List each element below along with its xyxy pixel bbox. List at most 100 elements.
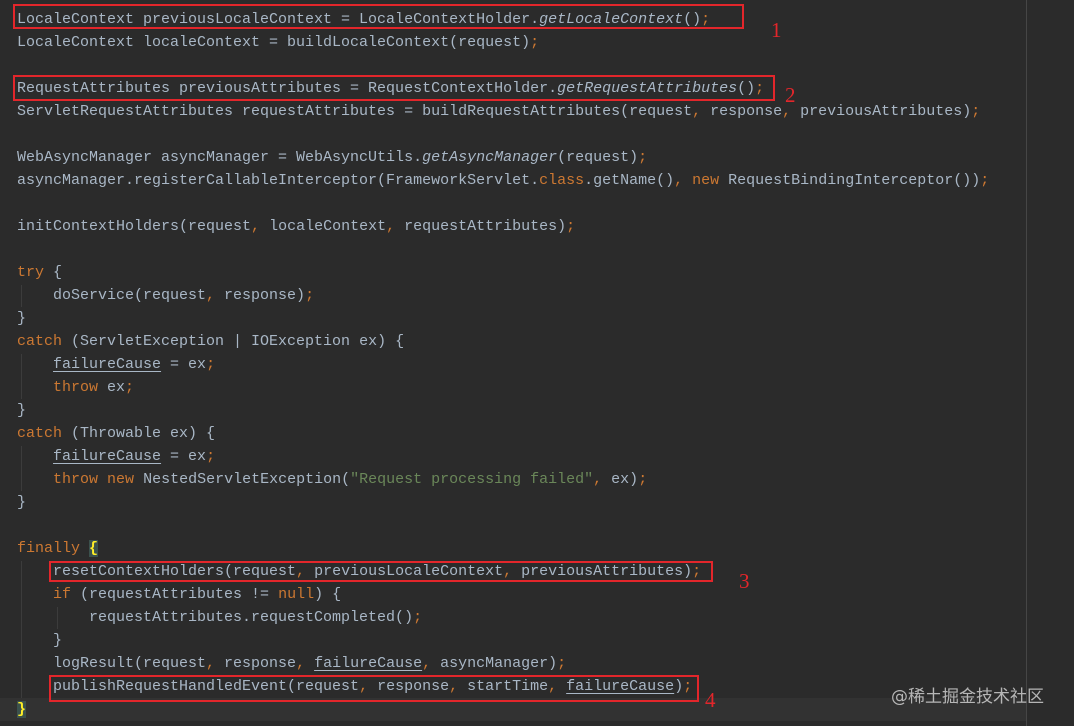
code-token-punct: ,	[251, 218, 261, 235]
code-token-text: }	[17, 632, 63, 649]
code-token-matched-brace: {	[89, 540, 99, 557]
code-line[interactable]: WebAsyncManager asyncManager = WebAsyncU…	[0, 146, 1026, 169]
code-token-keyword: new	[692, 172, 720, 189]
code-line[interactable]	[0, 192, 1026, 215]
watermark: @稀土掘金技术社区	[891, 687, 1044, 707]
code-line[interactable]: initContextHolders(request, localeContex…	[0, 215, 1026, 238]
code-token-text: asyncManager.registerCallableInterceptor…	[17, 172, 540, 189]
code-line[interactable]: throw new NestedServletException("Reques…	[0, 468, 1026, 491]
code-line[interactable]: doService(request, response);	[0, 284, 1026, 307]
code-line[interactable]	[0, 54, 1026, 77]
code-line[interactable]: ServletRequestAttributes requestAttribut…	[0, 100, 1026, 123]
code-token-text: ) {	[314, 586, 342, 603]
code-line[interactable]	[0, 514, 1026, 537]
code-token-punct: ;	[530, 34, 540, 51]
code-token-text: doService(request	[17, 287, 207, 304]
code-token-punct: ;	[125, 379, 135, 396]
code-line[interactable]: throw ex;	[0, 376, 1026, 399]
code-token-text: requestAttributes)	[395, 218, 567, 235]
code-token-text: }	[17, 494, 27, 511]
code-line[interactable]: LocaleContext localeContext = buildLocal…	[0, 31, 1026, 54]
code-token-text: {	[44, 264, 63, 281]
code-token-keyword: throw	[53, 379, 99, 396]
annotation-label-1: 1	[771, 18, 782, 42]
code-token-punct: ;	[638, 149, 648, 166]
code-token-punct: ;	[305, 287, 315, 304]
code-token-keyword: null	[278, 586, 315, 603]
annotation-box-4	[49, 675, 699, 702]
code-line[interactable]: catch (ServletException | IOException ex…	[0, 330, 1026, 353]
code-token-text: ex)	[602, 471, 639, 488]
code-token-text: response	[215, 655, 297, 672]
code-token-keyword: throw	[53, 471, 99, 488]
code-token-punct: ,	[422, 655, 432, 672]
code-token-reassigned-var: failureCause	[314, 655, 423, 672]
code-token-text: response	[701, 103, 783, 120]
annotation-label-4: 4	[705, 688, 716, 712]
code-token-punct: ;	[971, 103, 981, 120]
code-token-reassigned-var: failureCause	[53, 356, 162, 373]
code-token-punct: ;	[980, 172, 990, 189]
code-token-punct: ;	[206, 356, 216, 373]
code-token-text: initContextHolders(request	[17, 218, 252, 235]
code-token-punct: ;	[413, 609, 423, 626]
code-token-punct: ,	[386, 218, 396, 235]
code-line[interactable]: }	[0, 629, 1026, 652]
code-token-keyword: new	[107, 471, 135, 488]
code-token-keyword: if	[53, 586, 72, 603]
code-line[interactable]: finally {	[0, 537, 1026, 560]
code-line[interactable]	[0, 238, 1026, 261]
code-line[interactable]: try {	[0, 261, 1026, 284]
code-token-punct: ,	[206, 287, 216, 304]
code-token-reassigned-var: failureCause	[53, 448, 162, 465]
indent-guide	[21, 446, 22, 491]
code-line[interactable]: if (requestAttributes != null) {	[0, 583, 1026, 606]
code-token-text: localeContext	[260, 218, 387, 235]
code-editor[interactable]: LocaleContext previousLocaleContext = Lo…	[0, 0, 1074, 726]
code-token-text: .getName()	[584, 172, 675, 189]
code-token-matched-brace: }	[17, 701, 27, 718]
code-line[interactable]: }	[0, 307, 1026, 330]
code-token-keyword: finally	[17, 540, 81, 557]
annotation-label-3: 3	[739, 569, 750, 593]
code-token-punct: ;	[566, 218, 576, 235]
code-line[interactable]: }	[0, 399, 1026, 422]
annotation-box-1	[13, 4, 744, 29]
indent-guide	[21, 561, 22, 698]
code-line[interactable]: }	[0, 491, 1026, 514]
code-token-text: asyncManager)	[431, 655, 558, 672]
code-token-keyword: class	[539, 172, 585, 189]
annotation-box-2	[13, 75, 775, 101]
code-token-punct: ,	[692, 103, 702, 120]
code-token-keyword: try	[17, 264, 45, 281]
code-token-punct: ;	[206, 448, 216, 465]
code-token-text: response)	[215, 287, 306, 304]
code-token-text: ex	[98, 379, 126, 396]
code-token-punct: ;	[557, 655, 567, 672]
code-token-text: (ServletException | IOException ex) {	[62, 333, 405, 350]
code-token-text: }	[17, 310, 27, 327]
code-token-text: WebAsyncManager asyncManager = WebAsyncU…	[17, 149, 423, 166]
code-token-punct: ,	[674, 172, 684, 189]
code-line[interactable]: catch (Throwable ex) {	[0, 422, 1026, 445]
annotation-box-3	[49, 561, 713, 582]
code-area[interactable]: LocaleContext previousLocaleContext = Lo…	[0, 8, 1026, 721]
code-token-punct: ,	[206, 655, 216, 672]
code-token-punct: ;	[638, 471, 648, 488]
code-token-string: "Request processing failed"	[350, 471, 594, 488]
code-line[interactable]: requestAttributes.requestCompleted();	[0, 606, 1026, 629]
code-token-keyword: catch	[17, 333, 63, 350]
code-line[interactable]: logResult(request, response, failureCaus…	[0, 652, 1026, 675]
code-line[interactable]: failureCause = ex;	[0, 445, 1026, 468]
code-line[interactable]: failureCause = ex;	[0, 353, 1026, 376]
code-token-text: (requestAttributes !=	[71, 586, 279, 603]
code-token-text: logResult(request	[17, 655, 207, 672]
code-line[interactable]	[0, 123, 1026, 146]
code-line[interactable]: asyncManager.registerCallableInterceptor…	[0, 169, 1026, 192]
